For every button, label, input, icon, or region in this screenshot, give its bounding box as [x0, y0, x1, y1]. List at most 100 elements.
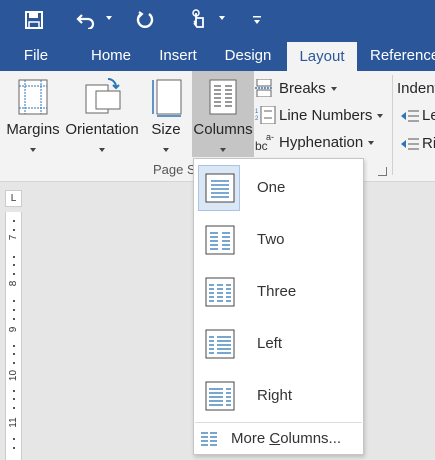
svg-text:2: 2 — [255, 116, 259, 122]
indent-right-label: Ri — [422, 135, 435, 152]
undo-icon[interactable] — [72, 6, 100, 34]
tab-insert[interactable]: Insert — [152, 40, 204, 71]
dialog-launcher-icon[interactable] — [378, 167, 387, 176]
columns-option-one[interactable]: One — [195, 163, 363, 213]
margins-label: Margins — [6, 121, 60, 138]
ruler-tick — [13, 273, 15, 275]
line-numbers-icon: 1 2 — [255, 106, 276, 124]
ruler-tick — [13, 318, 15, 320]
columns-icon — [209, 79, 237, 115]
ruler-number: 7 — [8, 234, 19, 241]
ruler-tick — [13, 264, 15, 266]
ruler-tick — [13, 345, 15, 347]
ruler-number: 8 — [8, 280, 19, 287]
columns-button[interactable]: Columns — [192, 71, 254, 157]
orientation-label: Orientation — [65, 121, 139, 138]
orientation-icon — [85, 78, 121, 114]
tab-design[interactable]: Design — [218, 40, 278, 71]
tab-selector[interactable]: L — [5, 190, 22, 207]
tab-references[interactable]: Reference — [370, 40, 435, 71]
ruler-tick — [13, 447, 15, 449]
columns-option-label: Two — [257, 231, 285, 248]
ruler-tick — [13, 438, 15, 440]
repeat-icon[interactable] — [131, 6, 159, 34]
three-columns-icon — [205, 277, 235, 307]
customize-qat-icon[interactable] — [250, 6, 264, 34]
indent-left-field[interactable]: Le — [400, 107, 435, 124]
indent-left-label: Le — [422, 107, 435, 124]
more-columns-prefix: More — [231, 430, 270, 447]
save-icon[interactable] — [20, 6, 48, 34]
menu-separator — [195, 422, 362, 423]
ruler-tick — [13, 300, 15, 302]
columns-menu: One Two Three Left Right More Columns... — [193, 158, 364, 455]
page-setup-group-label: Page S — [153, 162, 196, 177]
margins-button[interactable]: Margins — [4, 71, 62, 157]
hyphenation-button[interactable]: bc a- Hyphenation — [255, 130, 375, 154]
columns-option-label: Three — [257, 283, 297, 300]
columns-option-right[interactable]: Right — [195, 371, 363, 421]
ruler-tick — [13, 353, 15, 355]
size-icon — [152, 79, 182, 117]
group-separator — [392, 75, 393, 175]
more-columns-label: More Columns... — [231, 425, 341, 453]
touch-mode-icon[interactable] — [187, 6, 211, 34]
size-label: Size — [151, 121, 181, 138]
two-columns-icon — [205, 225, 235, 255]
ruler-number: 11 — [8, 417, 19, 428]
columns-option-three[interactable]: Three — [195, 267, 363, 317]
columns-dropdown-icon — [220, 148, 226, 152]
ruler-number: 10 — [8, 369, 19, 382]
hyphenation-icon: bc a- — [255, 132, 274, 152]
ruler-tick — [13, 390, 15, 392]
indent-right-field[interactable]: Ri — [400, 135, 435, 152]
tab-layout[interactable]: Layout — [287, 42, 357, 71]
margins-icon — [18, 79, 48, 115]
size-dropdown-icon — [163, 148, 169, 152]
ruler-tick — [13, 309, 15, 311]
columns-label: Columns — [193, 121, 253, 138]
columns-option-label: One — [257, 179, 286, 196]
tab-home[interactable]: Home — [84, 40, 138, 71]
ruler-number: 9 — [8, 326, 19, 333]
ribbon-tabs: File Home Insert Design Layout Reference — [0, 40, 435, 71]
orientation-dropdown-icon — [99, 148, 105, 152]
indent-label: Indent — [397, 80, 435, 97]
line-numbers-dropdown-icon — [377, 114, 384, 118]
indent-right-icon — [401, 138, 419, 149]
indent-left-icon — [401, 110, 419, 121]
ruler-tick — [13, 398, 15, 400]
one-column-icon — [205, 173, 235, 203]
hyphenation-label: Hyphenation — [279, 133, 364, 151]
more-columns-item[interactable]: More Columns... — [195, 425, 363, 453]
tab-file[interactable]: File — [16, 40, 56, 71]
svg-text:a-: a- — [266, 132, 274, 142]
columns-option-left[interactable]: Left — [195, 319, 363, 369]
line-numbers-label: Line Numbers — [279, 106, 373, 124]
ruler-tick — [13, 220, 15, 222]
tab-selector-glyph: L — [10, 193, 17, 204]
breaks-label: Breaks — [279, 79, 326, 97]
ruler-tick — [13, 256, 15, 258]
ruler-tick — [13, 407, 15, 409]
breaks-button[interactable]: Breaks — [255, 76, 337, 100]
columns-option-label: Left — [257, 335, 283, 352]
orientation-button[interactable]: Orientation — [62, 71, 142, 157]
right-column-icon — [205, 381, 235, 411]
more-columns-suffix: olumns... — [280, 430, 342, 447]
vertical-ruler: 7 8 9 10 11 — [5, 212, 22, 460]
touch-dropdown-icon[interactable] — [219, 16, 225, 20]
quick-access-toolbar — [0, 0, 435, 40]
svg-text:1: 1 — [255, 109, 259, 115]
margins-dropdown-icon — [30, 148, 36, 152]
left-column-icon — [205, 329, 235, 359]
size-button[interactable]: Size — [145, 71, 187, 157]
more-columns-icon — [201, 432, 217, 446]
ruler-tick — [13, 362, 15, 364]
line-numbers-button[interactable]: 1 2 Line Numbers — [255, 103, 384, 127]
breaks-icon — [255, 79, 273, 97]
hyphenation-dropdown-icon — [368, 141, 375, 145]
columns-option-two[interactable]: Two — [195, 215, 363, 265]
columns-option-label: Right — [257, 387, 293, 404]
undo-dropdown-icon[interactable] — [106, 16, 112, 20]
